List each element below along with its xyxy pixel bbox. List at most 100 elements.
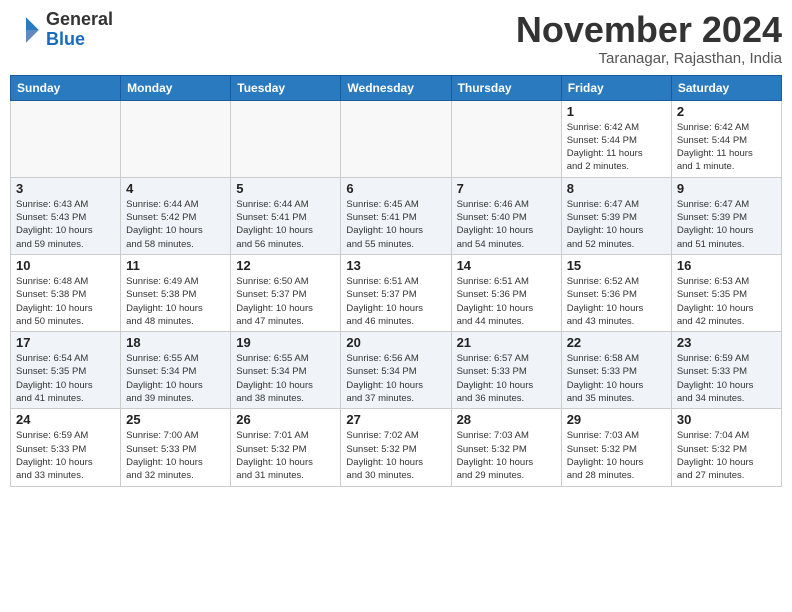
- day-number: 22: [567, 335, 666, 350]
- day-number: 16: [677, 258, 776, 273]
- day-number: 2: [677, 104, 776, 119]
- weekday-header: Monday: [121, 75, 231, 100]
- calendar-header: SundayMondayTuesdayWednesdayThursdayFrid…: [11, 75, 782, 100]
- day-info: Sunrise: 6:58 AM Sunset: 5:33 PM Dayligh…: [567, 352, 666, 405]
- calendar-cell: 5 Sunrise: 6:44 AM Sunset: 5:41 PM Daylig…: [231, 177, 341, 254]
- day-number: 19: [236, 335, 335, 350]
- calendar-cell: 16 Sunrise: 6:53 AM Sunset: 5:35 PM Dayli…: [671, 254, 781, 331]
- calendar-cell: 21 Sunrise: 6:57 AM Sunset: 5:33 PM Dayli…: [451, 332, 561, 409]
- day-info: Sunrise: 6:42 AM Sunset: 5:44 PM Dayligh…: [567, 121, 666, 174]
- calendar-cell: 7Sunrise: 6:46 AM Sunset: 5:40 PM Daylig…: [451, 177, 561, 254]
- title-block: November 2024 Taranagar, Rajasthan, Indi…: [516, 10, 782, 67]
- calendar-cell: 17 Sunrise: 6:54 AM Sunset: 5:35 PM Dayli…: [11, 332, 121, 409]
- calendar-cell: [121, 100, 231, 177]
- day-number: 28: [457, 412, 556, 427]
- calendar-week-row: 1 Sunrise: 6:42 AM Sunset: 5:44 PM Daylig…: [11, 100, 782, 177]
- calendar-cell: 10 Sunrise: 6:48 AM Sunset: 5:38 PM Dayli…: [11, 254, 121, 331]
- calendar-cell: 2 Sunrise: 6:42 AM Sunset: 5:44 PM Daylig…: [671, 100, 781, 177]
- day-info: Sunrise: 6:59 AM Sunset: 5:33 PM Dayligh…: [16, 429, 115, 482]
- day-info: Sunrise: 6:43 AM Sunset: 5:43 PM Dayligh…: [16, 198, 115, 251]
- day-number: 20: [346, 335, 445, 350]
- calendar-cell: 26 Sunrise: 7:01 AM Sunset: 5:32 PM Dayli…: [231, 409, 341, 486]
- day-number: 9: [677, 181, 776, 196]
- day-info: Sunrise: 6:51 AM Sunset: 5:36 PM Dayligh…: [457, 275, 556, 328]
- day-info: Sunrise: 6:48 AM Sunset: 5:38 PM Dayligh…: [16, 275, 115, 328]
- day-number: 25: [126, 412, 225, 427]
- calendar-cell: 13 Sunrise: 6:51 AM Sunset: 5:37 PM Dayli…: [341, 254, 451, 331]
- calendar-cell: 27 Sunrise: 7:02 AM Sunset: 5:32 PM Dayli…: [341, 409, 451, 486]
- day-info: Sunrise: 6:52 AM Sunset: 5:36 PM Dayligh…: [567, 275, 666, 328]
- day-number: 27: [346, 412, 445, 427]
- day-number: 14: [457, 258, 556, 273]
- page-header: General Blue November 2024 Taranagar, Ra…: [10, 10, 782, 67]
- day-info: Sunrise: 6:55 AM Sunset: 5:34 PM Dayligh…: [126, 352, 225, 405]
- day-info: Sunrise: 7:01 AM Sunset: 5:32 PM Dayligh…: [236, 429, 335, 482]
- day-number: 26: [236, 412, 335, 427]
- month-title: November 2024: [516, 10, 782, 50]
- day-number: 10: [16, 258, 115, 273]
- day-info: Sunrise: 6:44 AM Sunset: 5:41 PM Dayligh…: [236, 198, 335, 251]
- weekday-header: Saturday: [671, 75, 781, 100]
- day-info: Sunrise: 6:47 AM Sunset: 5:39 PM Dayligh…: [567, 198, 666, 251]
- day-info: Sunrise: 6:49 AM Sunset: 5:38 PM Dayligh…: [126, 275, 225, 328]
- weekday-row: SundayMondayTuesdayWednesdayThursdayFrid…: [11, 75, 782, 100]
- day-info: Sunrise: 6:42 AM Sunset: 5:44 PM Dayligh…: [677, 121, 776, 174]
- calendar-cell: 25Sunrise: 7:00 AM Sunset: 5:33 PM Dayli…: [121, 409, 231, 486]
- logo: General Blue: [10, 10, 113, 50]
- day-number: 18: [126, 335, 225, 350]
- day-number: 1: [567, 104, 666, 119]
- calendar-week-row: 17 Sunrise: 6:54 AM Sunset: 5:35 PM Dayli…: [11, 332, 782, 409]
- day-info: Sunrise: 6:56 AM Sunset: 5:34 PM Dayligh…: [346, 352, 445, 405]
- calendar-cell: 19 Sunrise: 6:55 AM Sunset: 5:34 PM Dayli…: [231, 332, 341, 409]
- weekday-header: Thursday: [451, 75, 561, 100]
- day-info: Sunrise: 6:51 AM Sunset: 5:37 PM Dayligh…: [346, 275, 445, 328]
- calendar-cell: 23Sunrise: 6:59 AM Sunset: 5:33 PM Dayli…: [671, 332, 781, 409]
- day-number: 30: [677, 412, 776, 427]
- subtitle: Taranagar, Rajasthan, India: [516, 50, 782, 67]
- logo-icon: [10, 14, 42, 46]
- calendar-cell: 22 Sunrise: 6:58 AM Sunset: 5:33 PM Dayli…: [561, 332, 671, 409]
- calendar-cell: 6Sunrise: 6:45 AM Sunset: 5:41 PM Daylig…: [341, 177, 451, 254]
- weekday-header: Friday: [561, 75, 671, 100]
- day-number: 24: [16, 412, 115, 427]
- day-info: Sunrise: 6:50 AM Sunset: 5:37 PM Dayligh…: [236, 275, 335, 328]
- day-number: 8: [567, 181, 666, 196]
- day-number: 12: [236, 258, 335, 273]
- day-number: 17: [16, 335, 115, 350]
- day-number: 13: [346, 258, 445, 273]
- day-info: Sunrise: 6:59 AM Sunset: 5:33 PM Dayligh…: [677, 352, 776, 405]
- calendar-cell: 29 Sunrise: 7:03 AM Sunset: 5:32 PM Dayli…: [561, 409, 671, 486]
- logo-text: General Blue: [46, 10, 113, 50]
- day-info: Sunrise: 6:44 AM Sunset: 5:42 PM Dayligh…: [126, 198, 225, 251]
- day-number: 21: [457, 335, 556, 350]
- calendar-body: 1 Sunrise: 6:42 AM Sunset: 5:44 PM Daylig…: [11, 100, 782, 486]
- calendar-cell: 1 Sunrise: 6:42 AM Sunset: 5:44 PM Daylig…: [561, 100, 671, 177]
- day-number: 5: [236, 181, 335, 196]
- weekday-header: Tuesday: [231, 75, 341, 100]
- day-info: Sunrise: 6:47 AM Sunset: 5:39 PM Dayligh…: [677, 198, 776, 251]
- calendar-cell: 3 Sunrise: 6:43 AM Sunset: 5:43 PM Daylig…: [11, 177, 121, 254]
- calendar-cell: 11 Sunrise: 6:49 AM Sunset: 5:38 PM Dayli…: [121, 254, 231, 331]
- day-number: 7: [457, 181, 556, 196]
- day-info: Sunrise: 6:54 AM Sunset: 5:35 PM Dayligh…: [16, 352, 115, 405]
- calendar-cell: 14 Sunrise: 6:51 AM Sunset: 5:36 PM Dayli…: [451, 254, 561, 331]
- day-number: 11: [126, 258, 225, 273]
- calendar-week-row: 3 Sunrise: 6:43 AM Sunset: 5:43 PM Daylig…: [11, 177, 782, 254]
- day-info: Sunrise: 6:57 AM Sunset: 5:33 PM Dayligh…: [457, 352, 556, 405]
- weekday-header: Wednesday: [341, 75, 451, 100]
- calendar-cell: 15 Sunrise: 6:52 AM Sunset: 5:36 PM Dayli…: [561, 254, 671, 331]
- calendar-cell: [11, 100, 121, 177]
- calendar-week-row: 10 Sunrise: 6:48 AM Sunset: 5:38 PM Dayli…: [11, 254, 782, 331]
- day-number: 29: [567, 412, 666, 427]
- calendar-week-row: 24 Sunrise: 6:59 AM Sunset: 5:33 PM Dayli…: [11, 409, 782, 486]
- day-info: Sunrise: 7:02 AM Sunset: 5:32 PM Dayligh…: [346, 429, 445, 482]
- day-info: Sunrise: 6:55 AM Sunset: 5:34 PM Dayligh…: [236, 352, 335, 405]
- calendar-cell: 9 Sunrise: 6:47 AM Sunset: 5:39 PM Daylig…: [671, 177, 781, 254]
- day-info: Sunrise: 6:53 AM Sunset: 5:35 PM Dayligh…: [677, 275, 776, 328]
- day-number: 3: [16, 181, 115, 196]
- calendar-cell: 8 Sunrise: 6:47 AM Sunset: 5:39 PM Daylig…: [561, 177, 671, 254]
- day-info: Sunrise: 7:03 AM Sunset: 5:32 PM Dayligh…: [567, 429, 666, 482]
- day-number: 15: [567, 258, 666, 273]
- calendar: SundayMondayTuesdayWednesdayThursdayFrid…: [10, 75, 782, 487]
- day-info: Sunrise: 7:04 AM Sunset: 5:32 PM Dayligh…: [677, 429, 776, 482]
